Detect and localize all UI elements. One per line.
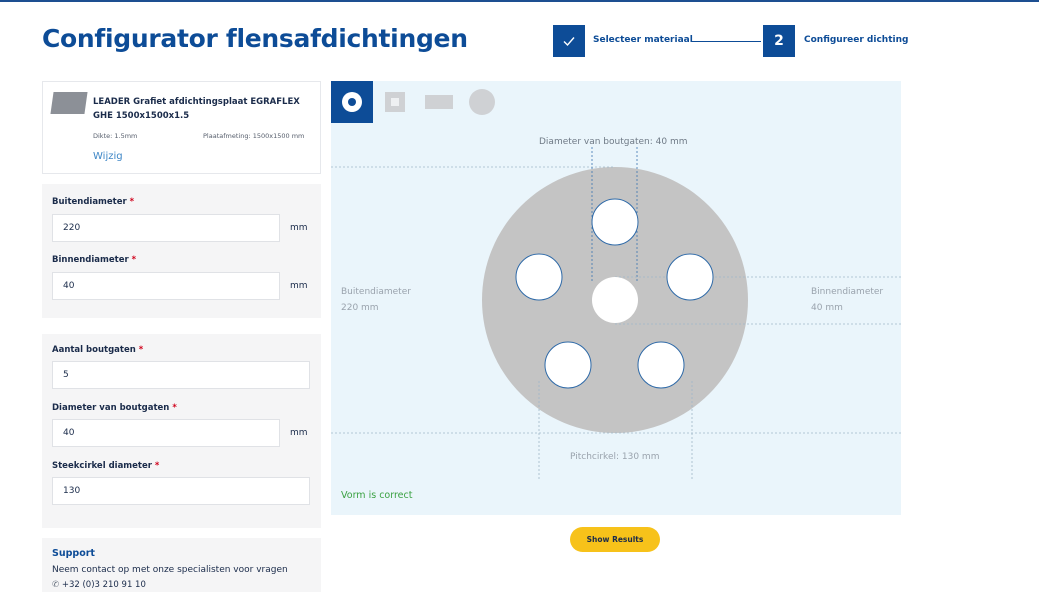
change-material-link[interactable]: Wijzig xyxy=(93,151,123,162)
required-mark: * xyxy=(131,255,137,265)
material-title: LEADER Grafiet afdichtingsplaat EGRAFLEX… xyxy=(93,97,300,121)
inner-diameter-label-text: Binnendiameter xyxy=(52,255,129,265)
bolt-diameter-label: Diameter van boutgaten * xyxy=(52,403,177,413)
bolt-count-label: Aantal boutgaten * xyxy=(52,345,143,355)
phone-icon: ✆ xyxy=(52,580,60,590)
pitch-circle-dimension: Pitchcirkel: 130 mm xyxy=(570,452,660,462)
step-2-label[interactable]: Configureer dichting xyxy=(804,35,908,45)
shape-status: Vorm is correct xyxy=(341,490,413,501)
step-1-check[interactable] xyxy=(553,25,585,57)
bolt-count-input[interactable]: 5 xyxy=(52,361,310,389)
inner-diameter-dimension-value: 40 mm xyxy=(811,303,843,313)
bolt-hole-1 xyxy=(591,198,639,246)
inner-diameter-unit: mm xyxy=(290,281,308,291)
outer-diameter-dimension-label: Buitendiameter xyxy=(341,287,411,297)
pitch-circle-input[interactable]: 130 xyxy=(52,477,310,505)
inner-diameter-label: Binnendiameter * xyxy=(52,255,136,265)
material-plate-size: Plaatafmeting: 1500x1500 mm xyxy=(203,132,305,140)
required-mark: * xyxy=(138,345,144,355)
pitch-circle-label-text: Steekcirkel diameter xyxy=(52,461,152,471)
show-results-button[interactable]: Show Results xyxy=(570,527,660,552)
bolt-diameter-input[interactable]: 40 xyxy=(52,419,280,447)
bolt-diameter-unit: mm xyxy=(290,428,308,438)
bolt-hole-3 xyxy=(666,253,714,301)
bolt-diameter-label-text: Diameter van boutgaten xyxy=(52,403,170,413)
required-mark: * xyxy=(129,197,135,207)
support-title: Support xyxy=(52,548,95,559)
bolt-hole-4 xyxy=(544,341,592,389)
step-connector xyxy=(691,41,761,42)
top-border xyxy=(0,0,1039,2)
support-phone[interactable]: ✆ +32 (0)3 210 91 10 xyxy=(52,580,146,590)
step-1-label[interactable]: Selecteer materiaal xyxy=(593,35,693,45)
inner-diameter-dimension-label: Binnendiameter xyxy=(811,287,884,297)
step-2-number[interactable]: 2 xyxy=(763,25,795,57)
material-card: LEADER Grafiet afdichtingsplaat EGRAFLEX… xyxy=(42,81,321,174)
bolt-diameter-dimension: Diameter van boutgaten: 40 mm xyxy=(539,137,688,147)
outer-diameter-unit: mm xyxy=(290,223,308,233)
check-icon xyxy=(563,37,575,47)
bolt-count-label-text: Aantal boutgaten xyxy=(52,345,136,355)
material-thickness: Dikte: 1.5mm xyxy=(93,132,138,140)
gasket-preview-canvas: Diameter van boutgaten: 40 mm Buitendiam… xyxy=(331,81,901,515)
support-phone-number: +32 (0)3 210 91 10 xyxy=(61,580,146,590)
outer-diameter-label-text: Buitendiameter xyxy=(52,197,127,207)
material-thumbnail xyxy=(50,92,88,114)
required-mark: * xyxy=(154,461,160,471)
support-text: Neem contact op met onze specialisten vo… xyxy=(52,565,288,575)
page-title: Configurator flensafdichtingen xyxy=(42,24,468,53)
outer-diameter-label: Buitendiameter * xyxy=(52,197,134,207)
stepper: Selecteer materiaal 2 Configureer dichti… xyxy=(551,25,911,57)
outer-diameter-input[interactable]: 220 xyxy=(52,214,280,242)
required-mark: * xyxy=(172,403,177,413)
outer-diameter-dimension-value: 220 mm xyxy=(341,303,379,313)
bolt-hole-2 xyxy=(515,253,563,301)
bolt-hole-5 xyxy=(637,341,685,389)
center-hole xyxy=(592,277,638,323)
pitch-circle-label: Steekcirkel diameter * xyxy=(52,461,159,471)
inner-diameter-input[interactable]: 40 xyxy=(52,272,280,300)
